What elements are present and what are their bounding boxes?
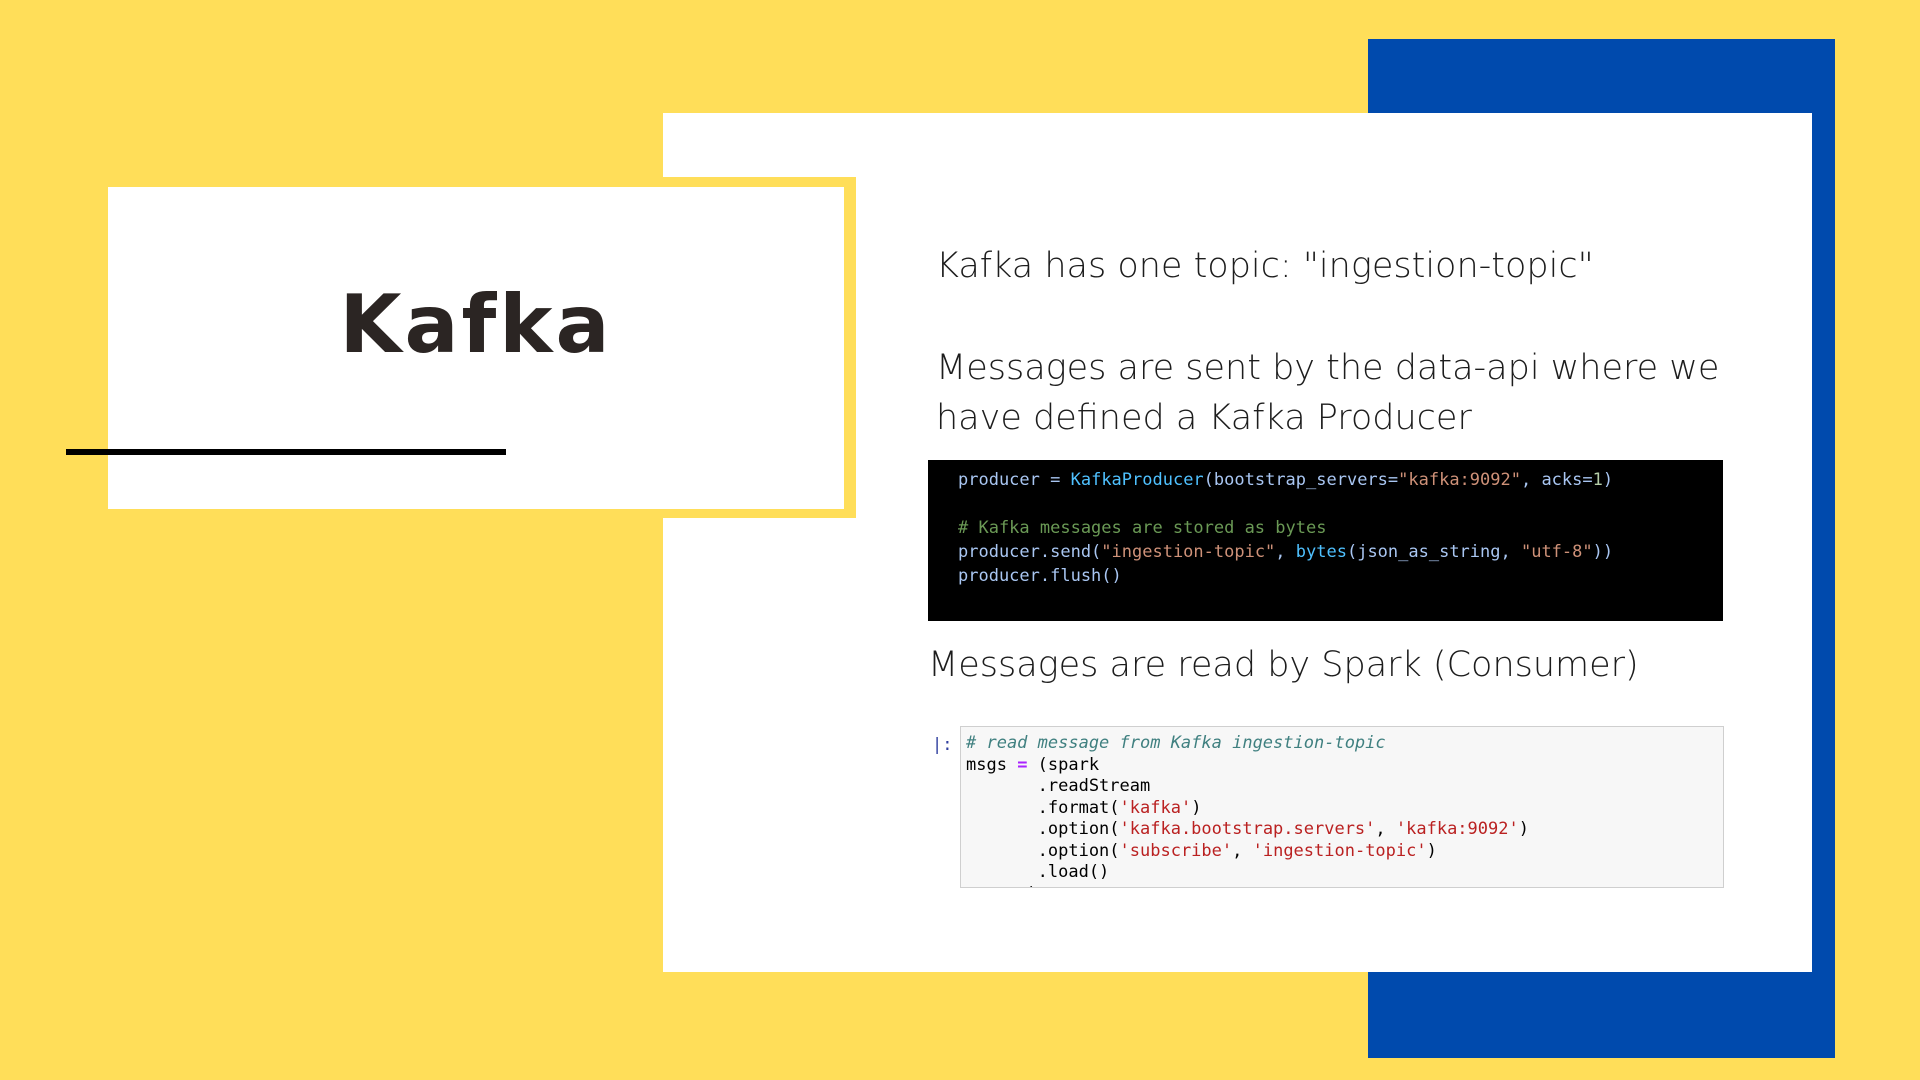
code-line: .readStream (966, 776, 1151, 796)
code-token: 'subscribe' (1119, 840, 1233, 861)
code-comment: # read message from Kafka ingestion-topi… (966, 733, 1386, 753)
code-token: 'kafka:9092' (1395, 819, 1519, 839)
code-token: "utf-8" (1520, 542, 1593, 562)
producer-paragraph: Messages are sent by the data-api where … (936, 348, 1720, 438)
code-line: ) (966, 884, 1723, 888)
code-token: , acks= (1520, 470, 1593, 490)
code-token: producer.send( (958, 542, 1102, 562)
code-token: msgs (966, 754, 1018, 775)
code-token: .format( (966, 797, 1120, 818)
code-token: = (1039, 470, 1071, 490)
code-line: msgs = (spark (966, 755, 1723, 777)
code-line: .load() (966, 862, 1110, 882)
code-token: , (1232, 840, 1253, 861)
code-token: ) (1518, 819, 1529, 839)
code-token: = (1017, 754, 1028, 775)
code-line: .option('subscribe', 'ingestion-topic') (966, 841, 1723, 863)
title-underline (66, 449, 506, 455)
code-token: , (1275, 542, 1296, 562)
code-line: producer = KafkaProducer(bootstrap_serve… (958, 468, 1723, 492)
code-line: .format('kafka') (966, 798, 1723, 820)
code-token: )) (1592, 542, 1614, 562)
code-token: 'kafka.bootstrap.servers' (1119, 819, 1376, 839)
producer-code-block: producer = KafkaProducer(bootstrap_serve… (928, 460, 1723, 621)
code-line: producer.send("ingestion-topic", bytes(j… (958, 540, 1723, 564)
code-token: KafkaProducer (1070, 470, 1204, 490)
code-token: , (1375, 819, 1396, 839)
code-token: ) (1602, 470, 1614, 490)
code-token: (bootstrap_servers= (1203, 470, 1399, 490)
topic-paragraph: Kafka has one topic: "ingestion-topic" (936, 246, 1594, 286)
slide-title: Kafka (339, 278, 613, 371)
code-line: .option('kafka.bootstrap.servers', 'kafk… (966, 819, 1723, 841)
code-token: bytes (1295, 542, 1347, 562)
code-token: ) (1191, 797, 1202, 818)
code-token: 'ingestion-topic' (1252, 840, 1427, 861)
code-line: producer.flush() (958, 566, 1122, 586)
code-comment: # Kafka messages are stored as bytes (958, 518, 1327, 538)
title-card: Kafka (108, 187, 844, 509)
cell-prompt: |: (932, 735, 953, 755)
code-token: (spark (1027, 754, 1100, 775)
code-token: .option( (966, 819, 1120, 839)
code-token: producer (958, 470, 1040, 490)
code-token: (json_as_string, (1346, 542, 1521, 562)
code-token: ) (1426, 840, 1437, 861)
code-token: "ingestion-topic" (1101, 542, 1276, 562)
consumer-paragraph: Messages are read by Spark (Consumer) (928, 645, 1639, 685)
code-token: 'kafka' (1119, 797, 1192, 818)
code-token: 1 (1592, 470, 1603, 490)
consumer-code-cell: # read message from Kafka ingestion-topi… (960, 726, 1724, 888)
code-token: .option( (966, 840, 1120, 861)
code-token: "kafka:9092" (1398, 470, 1521, 490)
